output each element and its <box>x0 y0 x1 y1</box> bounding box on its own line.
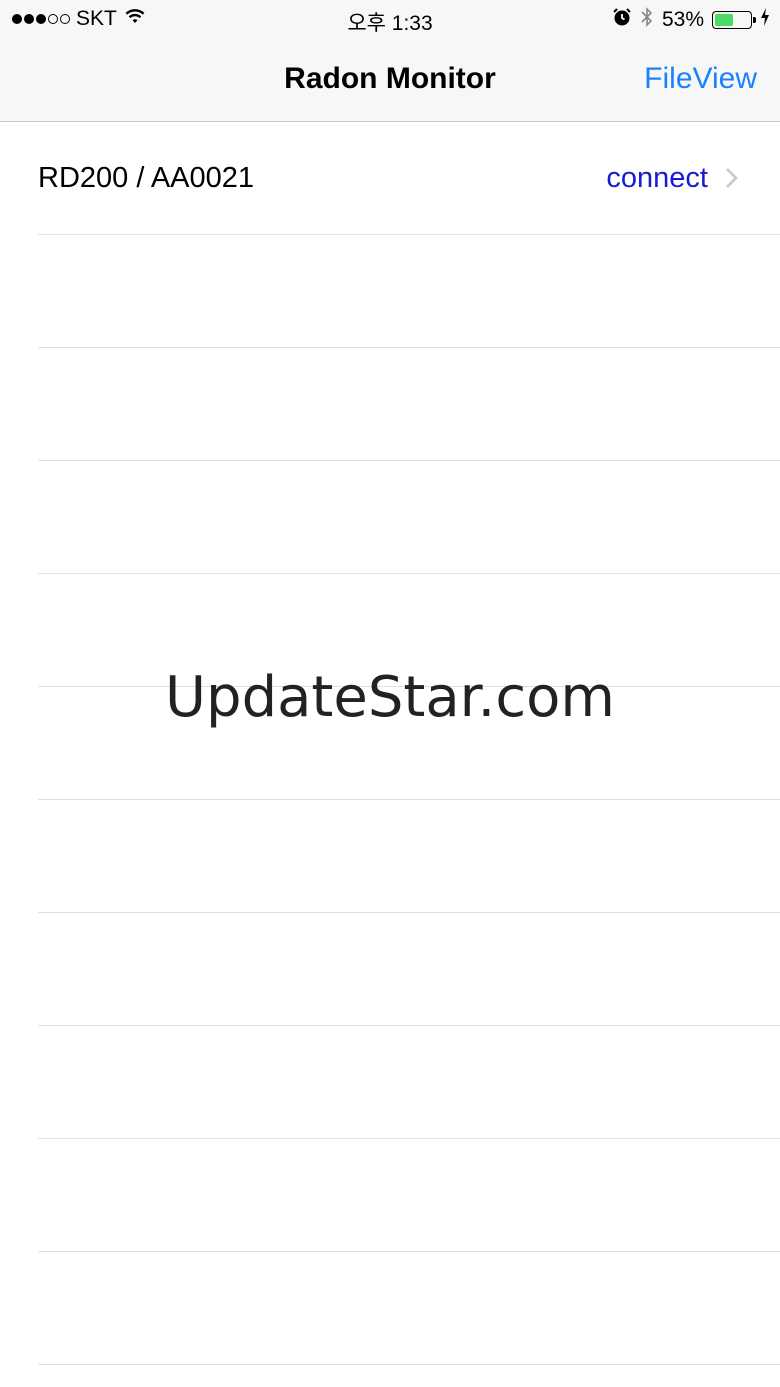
device-name: RD200 / AA0021 <box>38 162 255 194</box>
table-row <box>38 1026 780 1139</box>
charging-icon <box>760 8 770 32</box>
table-row <box>38 348 780 461</box>
chevron-right-icon <box>722 167 742 189</box>
navigation-bar: Radon Monitor FileView <box>0 40 780 122</box>
status-bar: SKT 오후 1:33 53% <box>0 0 780 40</box>
table-row-device[interactable]: RD200 / AA0021 connect <box>38 122 780 235</box>
alarm-icon <box>612 7 632 33</box>
table-row <box>38 1252 780 1365</box>
battery-icon <box>712 11 756 29</box>
table-row <box>38 687 780 800</box>
device-table: RD200 / AA0021 connect <box>0 122 780 1365</box>
table-row <box>38 913 780 1026</box>
table-row <box>38 800 780 913</box>
table-row <box>38 235 780 348</box>
screen: SKT 오후 1:33 53% Radon Monitor FileView R… <box>0 0 780 1387</box>
battery-fill <box>715 14 734 26</box>
table-row <box>38 574 780 687</box>
table-row <box>38 461 780 574</box>
status-bar-right: 53% <box>612 6 770 34</box>
battery-percent: 53% <box>661 8 704 31</box>
bluetooth-icon <box>640 6 654 34</box>
connect-label[interactable]: connect <box>606 162 708 195</box>
table-row <box>38 1139 780 1252</box>
fileview-button[interactable]: FileView <box>644 62 757 96</box>
